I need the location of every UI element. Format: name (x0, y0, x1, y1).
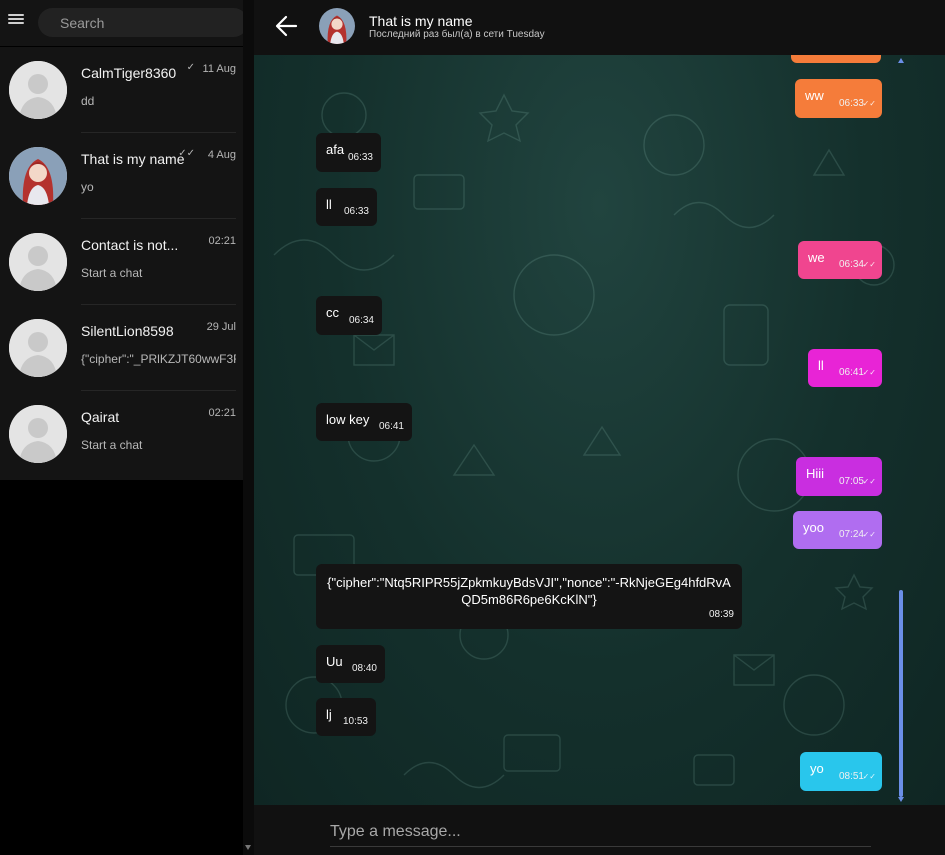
search-box (38, 8, 248, 37)
message-time: 07:05 (838, 476, 864, 487)
message-text: low key (326, 412, 370, 427)
double-check-icon: ✓✓ (862, 772, 876, 781)
double-check-icon: ✓✓ (862, 99, 876, 108)
double-check-icon: ✓✓ (862, 530, 876, 539)
avatar-default (9, 233, 67, 291)
message-time: 07:24 (838, 529, 864, 540)
message-time: 06:34 (348, 315, 374, 326)
message-time: 06:33 (347, 152, 373, 163)
message-bubble-outgoing[interactable]: ww 06:33 ✓✓ (795, 79, 882, 118)
message-text: yoo (803, 520, 824, 535)
message-text: lj (326, 707, 332, 722)
message-bubble-incoming[interactable]: low key 06:41 (316, 403, 412, 441)
chat-time: 02:21 (208, 407, 236, 419)
conversation-panel: That is my name Последний раз был(а) в с… (254, 0, 945, 855)
message-bubble-outgoing[interactable]: yoo 07:24 ✓✓ (793, 511, 882, 549)
message-time: 08:51 (838, 771, 864, 782)
message-composer (254, 805, 945, 855)
chat-time: 11 Aug (202, 63, 236, 75)
app-window: CalmTiger8360 ✓ 11 Aug dd That is my nam… (0, 0, 945, 855)
chat-list-item[interactable]: Qairat 02:21 Start a chat (0, 391, 244, 477)
message-time: 10:53 (342, 716, 368, 727)
message-time: 08:39 (708, 609, 734, 620)
double-check-icon: ✓✓ (862, 260, 876, 269)
scroll-down-arrow-icon[interactable] (898, 797, 904, 802)
chat-preview: yo (81, 180, 94, 194)
double-check-icon: ✓✓ (178, 148, 195, 159)
chat-name: CalmTiger8360 (81, 65, 177, 81)
chat-time: 02:21 (208, 235, 236, 247)
message-bubble-outgoing[interactable]: yo 08:51 ✓✓ (800, 752, 882, 791)
chat-name: SilentLion8598 (81, 323, 174, 339)
sidebar-toolbar (0, 0, 248, 46)
avatar-anime (9, 147, 67, 205)
message-text: ll (326, 197, 332, 212)
message-text: ww (805, 88, 824, 103)
chat-name: Qairat (81, 409, 120, 425)
avatar-default (9, 319, 67, 377)
chat-preview: Start a chat (81, 438, 143, 452)
message-bubble-incoming[interactable]: {"cipher":"Ntq5RIPR55jZpkmkuyBdsVJI","no… (316, 564, 742, 629)
read-check-icon: ✓ (186, 62, 195, 73)
message-text: Hiii (806, 466, 825, 481)
contact-name: That is my name (369, 13, 473, 29)
message-bubble-incoming[interactable]: cc 06:34 (316, 296, 382, 335)
message-bubble-incoming[interactable]: ll 06:33 (316, 188, 377, 226)
chat-list-item[interactable]: That is my name ✓✓ 4 Aug yo (0, 133, 244, 219)
message-text: afa (326, 142, 345, 157)
sidebar-scrollbar[interactable] (243, 0, 254, 855)
chat-list-item[interactable]: SilentLion8598 29 Jul {"cipher":"_PRlKZJ… (0, 305, 244, 391)
chat-time: 29 Jul (206, 321, 236, 333)
message-text: we (808, 250, 825, 265)
message-bubble-outgoing[interactable]: ll 06:41 ✓✓ (808, 349, 882, 387)
sidebar: CalmTiger8360 ✓ 11 Aug dd That is my nam… (0, 0, 254, 855)
chat-list-item[interactable]: Contact is not... 02:21 Start a chat (0, 219, 244, 305)
message-area[interactable]: ww 06:33 ✓✓ afa 06:33 ll 06:33 we 06:34 … (254, 55, 945, 805)
scrollbar-thumb[interactable] (899, 590, 903, 797)
scroll-up-arrow-icon[interactable] (898, 58, 904, 63)
last-seen-status: Последний раз был(а) в сети Tuesday (369, 29, 545, 40)
chat-time: 4 Aug (207, 149, 236, 161)
message-time: 08:40 (351, 663, 377, 674)
message-time: 06:41 (838, 367, 864, 378)
chat-preview: {"cipher":"_PRlKZJT60wwF3F (81, 352, 236, 366)
message-time: 06:34 (838, 259, 864, 270)
message-text: cc (326, 305, 339, 320)
conversation-header: That is my name Последний раз был(а) в с… (254, 0, 945, 55)
chat-name: That is my name (81, 151, 185, 167)
chat-name: Contact is not... (81, 237, 179, 253)
hamburger-menu-icon[interactable] (8, 12, 24, 28)
message-time: 06:33 (343, 206, 369, 217)
message-text: ll (818, 358, 824, 373)
search-input[interactable] (38, 8, 248, 37)
message-bubble-outgoing[interactable]: Hiii 07:05 ✓✓ (796, 457, 882, 496)
double-check-icon: ✓✓ (862, 477, 876, 486)
chat-preview: Start a chat (81, 266, 143, 280)
message-time: 06:33 (838, 98, 864, 109)
message-bubble-incoming[interactable]: lj 10:53 (316, 698, 376, 736)
avatar-default (9, 405, 67, 463)
message-time: 06:41 (378, 421, 404, 432)
chat-preview: dd (81, 94, 95, 108)
chat-list-item[interactable]: CalmTiger8360 ✓ 11 Aug dd (0, 47, 244, 133)
message-bubble-outgoing[interactable]: we 06:34 ✓✓ (798, 241, 882, 279)
avatar[interactable] (319, 8, 355, 44)
message-bubble-incoming[interactable]: Uu 08:40 (316, 645, 385, 683)
message-input[interactable] (330, 817, 871, 847)
message-text: {"cipher":"Ntq5RIPR55jZpkmkuyBdsVJI","no… (327, 575, 731, 607)
avatar-default (9, 61, 67, 119)
message-bubble-incoming[interactable]: afa 06:33 (316, 133, 381, 172)
double-check-icon: ✓✓ (862, 368, 876, 377)
chat-list: CalmTiger8360 ✓ 11 Aug dd That is my nam… (0, 47, 244, 480)
message-text: Uu (326, 654, 343, 669)
scroll-down-arrow-icon[interactable] (245, 845, 251, 850)
arrow-left-icon[interactable] (274, 13, 300, 39)
message-bubble-outgoing-partial (791, 55, 881, 63)
message-text: yo (810, 761, 824, 776)
